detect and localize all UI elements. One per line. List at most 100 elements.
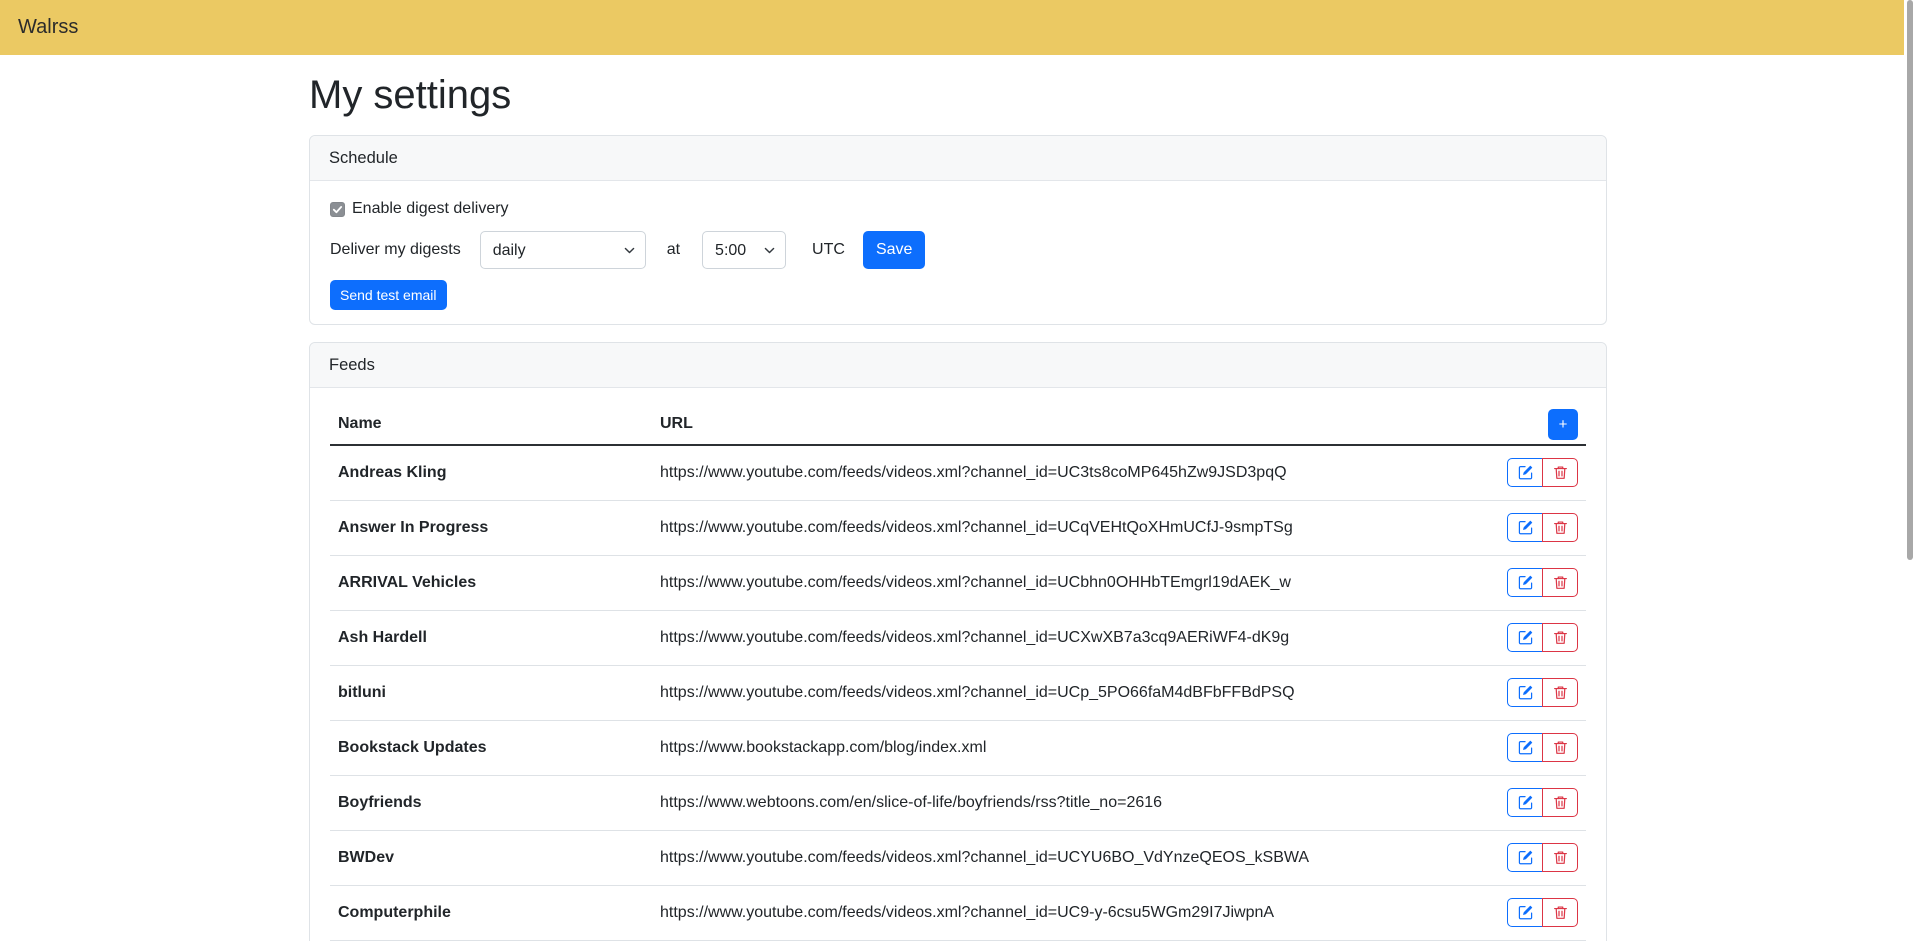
pencil-square-icon (1518, 575, 1533, 590)
feeds-table-header-row: Name URL + (330, 404, 1586, 445)
feed-name: bitluni (330, 666, 652, 721)
feed-url: https://www.youtube.com/feeds/videos.xml… (652, 556, 1490, 611)
feeds-card-body: Name URL + Andreas Kling https://www.you… (310, 388, 1606, 941)
feed-actions (1507, 788, 1578, 817)
add-feed-button[interactable]: + (1548, 409, 1578, 440)
pencil-square-icon (1518, 740, 1533, 755)
scrollbar-thumb[interactable] (1907, 0, 1913, 560)
frequency-select[interactable]: daily (480, 231, 646, 269)
feed-actions (1507, 678, 1578, 707)
feed-name: Bookstack Updates (330, 721, 652, 776)
schedule-card: Schedule Enable digest delivery Deliver … (309, 135, 1607, 325)
page-scrollbar[interactable] (1904, 0, 1916, 941)
feed-row: bitluni https://www.youtube.com/feeds/vi… (330, 666, 1586, 721)
feed-url: https://www.youtube.com/feeds/videos.xml… (652, 501, 1490, 556)
feeds-table: Name URL + Andreas Kling https://www.you… (330, 404, 1586, 941)
delete-feed-button[interactable] (1542, 458, 1578, 487)
edit-feed-button[interactable] (1507, 623, 1543, 652)
edit-feed-button[interactable] (1507, 568, 1543, 597)
pencil-square-icon (1518, 685, 1533, 700)
edit-feed-button[interactable] (1507, 843, 1543, 872)
feed-url: https://www.youtube.com/feeds/videos.xml… (652, 666, 1490, 721)
edit-feed-button[interactable] (1507, 678, 1543, 707)
feed-row: Boyfriends https://www.webtoons.com/en/s… (330, 776, 1586, 831)
feed-url: https://www.youtube.com/feeds/videos.xml… (652, 831, 1490, 886)
trash-icon (1553, 685, 1568, 700)
column-header-name: Name (330, 404, 652, 445)
pencil-square-icon (1518, 465, 1533, 480)
at-label: at (667, 241, 680, 259)
feed-name: BWDev (330, 831, 652, 886)
feeds-card-header: Feeds (310, 343, 1606, 388)
edit-feed-button[interactable] (1507, 733, 1543, 762)
navbar: Walrss (0, 0, 1916, 55)
feed-name: Ash Hardell (330, 611, 652, 666)
feed-row: Computerphile https://www.youtube.com/fe… (330, 886, 1586, 941)
time-select-control[interactable]: 5:00 (702, 231, 786, 269)
feed-row: Ash Hardell https://www.youtube.com/feed… (330, 611, 1586, 666)
column-header-url: URL (652, 404, 1490, 445)
feed-actions (1507, 513, 1578, 542)
page-title: My settings (309, 71, 1607, 119)
delete-feed-button[interactable] (1542, 843, 1578, 872)
delete-feed-button[interactable] (1542, 513, 1578, 542)
feed-name: Boyfriends (330, 776, 652, 831)
feed-url: https://www.youtube.com/feeds/videos.xml… (652, 886, 1490, 941)
trash-icon (1553, 850, 1568, 865)
pencil-square-icon (1518, 630, 1533, 645)
trash-icon (1553, 740, 1568, 755)
trash-icon (1553, 465, 1568, 480)
send-test-email-button[interactable]: Send test email (330, 280, 447, 310)
delete-feed-button[interactable] (1542, 568, 1578, 597)
schedule-card-header: Schedule (310, 136, 1606, 181)
feed-url: https://www.webtoons.com/en/slice-of-lif… (652, 776, 1490, 831)
edit-feed-button[interactable] (1507, 898, 1543, 927)
trash-icon (1553, 905, 1568, 920)
delete-feed-button[interactable] (1542, 898, 1578, 927)
trash-icon (1553, 575, 1568, 590)
brand-walrss[interactable]: Walrss (18, 16, 78, 39)
checkmark-icon (332, 204, 343, 215)
feed-actions (1507, 733, 1578, 762)
trash-icon (1553, 520, 1568, 535)
schedule-card-body: Enable digest delivery Deliver my digest… (310, 181, 1606, 324)
feed-row: Bookstack Updates https://www.bookstacka… (330, 721, 1586, 776)
delete-feed-button[interactable] (1542, 733, 1578, 762)
feed-name: Answer In Progress (330, 501, 652, 556)
trash-icon (1553, 795, 1568, 810)
edit-feed-button[interactable] (1507, 513, 1543, 542)
pencil-square-icon (1518, 850, 1533, 865)
feed-actions (1507, 843, 1578, 872)
edit-feed-button[interactable] (1507, 458, 1543, 487)
delete-feed-button[interactable] (1542, 788, 1578, 817)
feed-actions (1507, 623, 1578, 652)
feed-url: https://www.youtube.com/feeds/videos.xml… (652, 445, 1490, 501)
enable-digest-checkbox[interactable] (330, 202, 345, 217)
delete-feed-button[interactable] (1542, 623, 1578, 652)
deliver-label: Deliver my digests (330, 241, 461, 259)
pencil-square-icon (1518, 905, 1533, 920)
feed-row: BWDev https://www.youtube.com/feeds/vide… (330, 831, 1586, 886)
feeds-card: Feeds Name URL + Andreas Kli (309, 342, 1607, 941)
edit-feed-button[interactable] (1507, 788, 1543, 817)
feed-row: Andreas Kling https://www.youtube.com/fe… (330, 445, 1586, 501)
trash-icon (1553, 630, 1568, 645)
enable-digest-label[interactable]: Enable digest delivery (352, 200, 509, 218)
feed-name: Andreas Kling (330, 445, 652, 501)
main-content: My settings Schedule Enable digest deliv… (309, 55, 1607, 941)
feed-row: Answer In Progress https://www.youtube.c… (330, 501, 1586, 556)
time-select[interactable]: 5:00 (702, 231, 786, 269)
timezone-label: UTC (812, 241, 845, 259)
feed-url: https://www.youtube.com/feeds/videos.xml… (652, 611, 1490, 666)
feed-name: Computerphile (330, 886, 652, 941)
feed-actions (1507, 458, 1578, 487)
delete-feed-button[interactable] (1542, 678, 1578, 707)
save-button[interactable]: Save (863, 231, 925, 269)
feed-actions (1507, 898, 1578, 927)
feed-actions (1507, 568, 1578, 597)
feed-row: ARRIVAL Vehicles https://www.youtube.com… (330, 556, 1586, 611)
feed-url: https://www.bookstackapp.com/blog/index.… (652, 721, 1490, 776)
frequency-select-control[interactable]: daily (480, 231, 646, 269)
plus-icon: + (1559, 416, 1568, 433)
feed-name: ARRIVAL Vehicles (330, 556, 652, 611)
